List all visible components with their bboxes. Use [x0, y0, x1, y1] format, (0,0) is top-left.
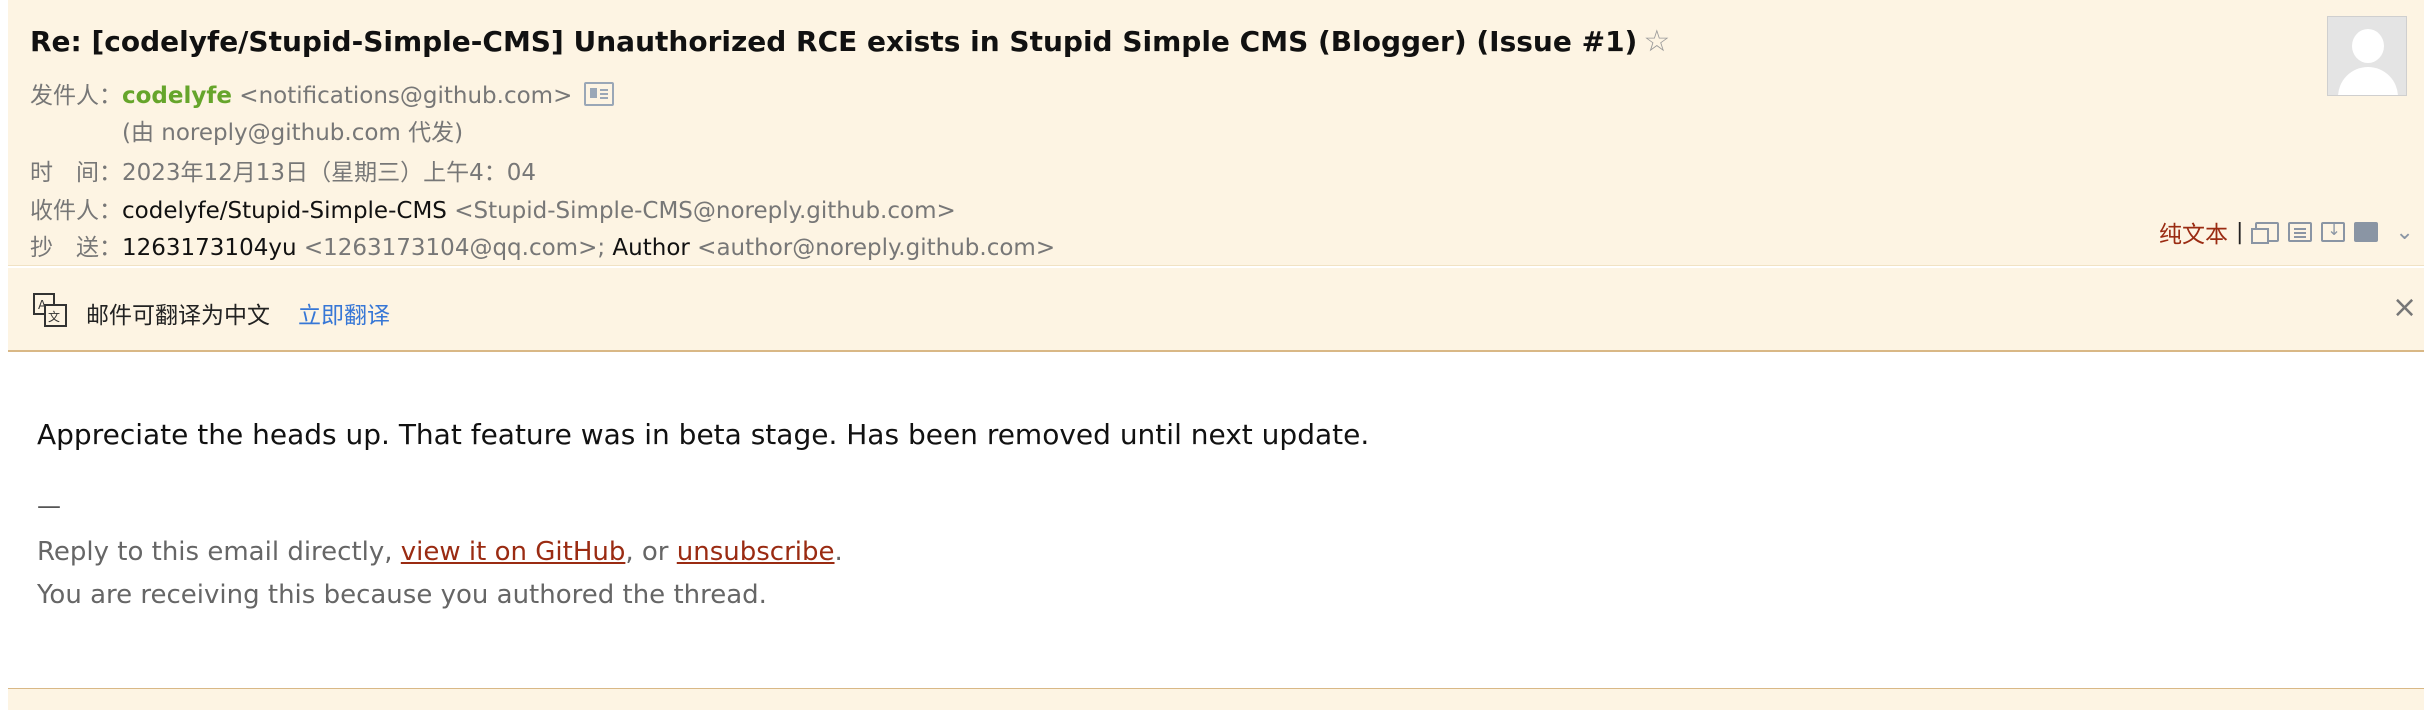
time-row: 时 间：2023年12月13日（星期三）上午4：04 — [30, 153, 536, 187]
to-name[interactable]: codelyfe/Stupid-Simple-CMS — [122, 198, 447, 224]
chevron-down-icon[interactable]: ⌄ — [2395, 220, 2413, 245]
time-value: 2023年12月13日（星期三）上午4：04 — [122, 160, 536, 186]
cc-name-2[interactable]: Author — [612, 235, 689, 261]
time-label: 时 间： — [30, 160, 122, 186]
footer-reply-line: Reply to this email directly, view it on… — [37, 537, 843, 567]
footer-reason-line: You are receiving this because you autho… — [37, 580, 767, 610]
avatar-body — [2338, 67, 2398, 95]
to-row: 收件人：codelyfe/Stupid-Simple-CMS <Stupid-S… — [30, 191, 956, 225]
email-body-text: Appreciate the heads up. That feature wa… — [37, 418, 1370, 451]
translate-message: 邮件可翻译为中文 — [86, 303, 270, 329]
sender-email: <notifications@github.com> — [239, 83, 573, 109]
toolbar-separator: | — [2236, 219, 2244, 245]
bottom-divider — [8, 688, 2424, 710]
cc-name-1[interactable]: 1263173104yu — [122, 235, 297, 261]
cc-email-2: <author@noreply.github.com> — [697, 235, 1056, 261]
sender-name[interactable]: codelyfe — [122, 83, 232, 109]
avatar[interactable] — [2327, 16, 2407, 96]
print-icon[interactable] — [2354, 222, 2379, 242]
new-window-icon[interactable] — [2251, 222, 2280, 244]
proxy-row: (由 noreply@github.com 代发) — [122, 120, 464, 146]
signature-dash: — — [37, 492, 61, 520]
footer-mid: , or — [625, 537, 677, 567]
view-source-icon[interactable] — [2288, 222, 2313, 242]
svg-text:文: 文 — [48, 309, 60, 324]
cc-label: 抄 送： — [30, 235, 122, 261]
translate-bar: A 文 邮件可翻译为中文 立即翻译 × — [8, 268, 2424, 352]
from-row: 发件人：codelyfe <notifications@github.com> — [30, 76, 615, 110]
close-icon[interactable]: × — [2392, 290, 2417, 325]
mail-toolbar: 纯文本 | ⌄ — [2159, 215, 2414, 249]
view-on-github-link[interactable]: view it on GitHub — [401, 537, 626, 567]
plain-text-button[interactable]: 纯文本 — [2159, 215, 2228, 249]
cc-row: 抄 送：1263173104yu <1263173104@qq.com>; Au… — [30, 228, 1055, 262]
footer-end: . — [834, 537, 843, 567]
footer-prefix: Reply to this email directly, — [37, 537, 401, 567]
cc-email-1: <1263173104@qq.com>; — [303, 235, 606, 261]
contact-card-icon[interactable] — [584, 82, 615, 106]
avatar-head — [2352, 29, 2384, 63]
star-icon[interactable]: ☆ — [1643, 24, 1670, 59]
download-icon[interactable] — [2321, 220, 2346, 242]
subject-text: Re: [codelyfe/Stupid-Simple-CMS] Unautho… — [30, 25, 1638, 58]
to-email: <Stupid-Simple-CMS@noreply.github.com> — [454, 198, 956, 224]
translate-now-link[interactable]: 立即翻译 — [298, 296, 390, 330]
translate-icon: A 文 — [33, 293, 67, 327]
email-subject: Re: [codelyfe/Stupid-Simple-CMS] Unautho… — [30, 24, 1670, 59]
unsubscribe-link[interactable]: unsubscribe — [677, 537, 835, 567]
from-label: 发件人： — [30, 83, 122, 109]
to-label: 收件人： — [30, 198, 122, 224]
